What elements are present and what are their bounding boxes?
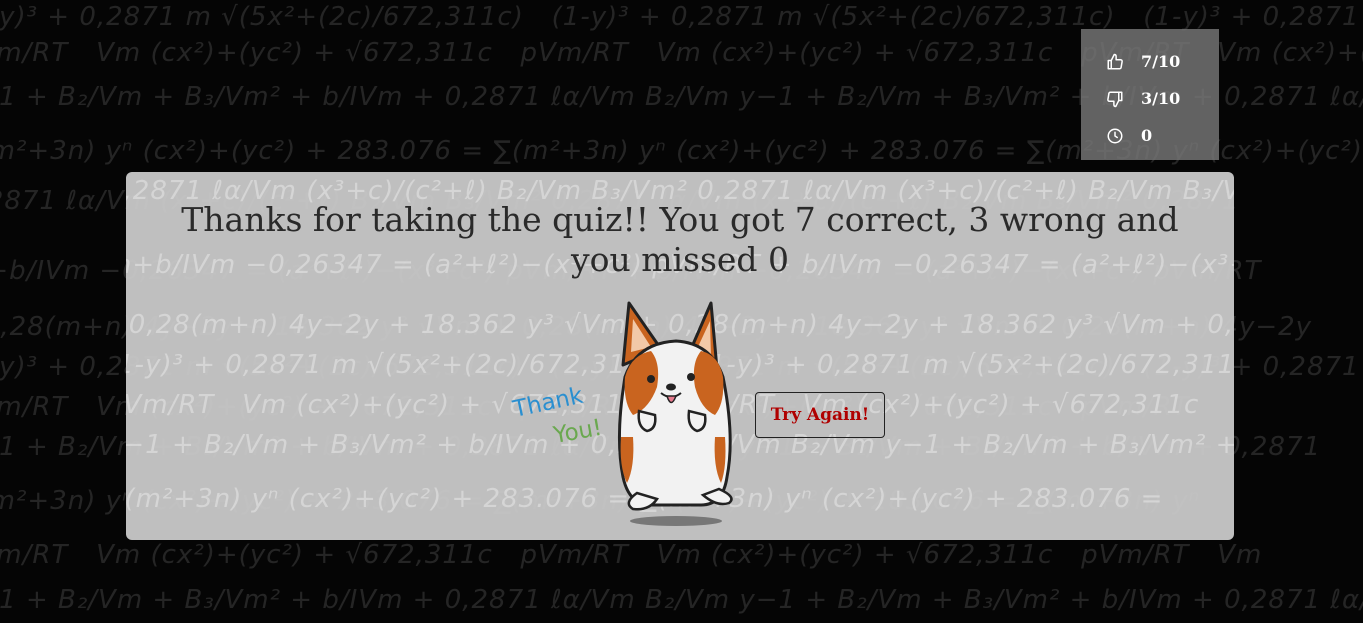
correct-score-value: 7/10 <box>1141 52 1181 71</box>
result-panel: 0,2871 ℓα/Vm (x³+c)/(c²+ℓ) B₂/Vm B₃/Vm² … <box>126 172 1234 540</box>
missed-score: 0 <box>1081 117 1219 154</box>
missed-score-value: 0 <box>1141 126 1153 145</box>
thank-you-corgi-illustration: Thank You! <box>511 301 733 526</box>
clock-icon <box>1105 126 1125 146</box>
score-panel: 7/10 3/10 0 <box>1081 29 1219 160</box>
wrong-score: 3/10 <box>1081 80 1219 117</box>
wrong-score-value: 3/10 <box>1141 89 1181 108</box>
thank-text: Thank <box>511 383 586 423</box>
thumbs-up-icon <box>1105 52 1125 72</box>
result-message: Thanks for taking the quiz!! You got 7 c… <box>181 200 1179 279</box>
thumbs-down-icon <box>1105 89 1125 109</box>
you-text: You! <box>551 415 605 449</box>
try-again-button[interactable]: Try Again! <box>755 392 885 438</box>
correct-score: 7/10 <box>1081 43 1219 80</box>
